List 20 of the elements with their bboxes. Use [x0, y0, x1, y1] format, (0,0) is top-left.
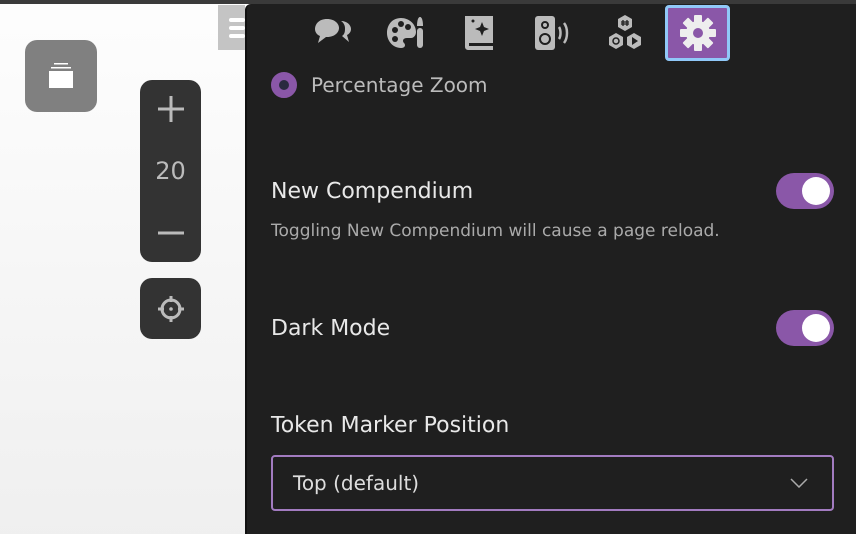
setting-note: Toggling New Compendium will cause a page reload.	[271, 221, 721, 241]
setting-label: Token Marker Position	[271, 413, 510, 438]
chevron-down-icon	[790, 478, 808, 488]
card-stack-button[interactable]	[25, 40, 97, 112]
card-stack-icon	[46, 61, 76, 91]
toggle-switch[interactable]	[776, 173, 834, 209]
zoom-value: 20	[155, 157, 186, 185]
crosshair-icon	[156, 294, 184, 322]
minus-icon	[156, 231, 186, 235]
radio-label: Percentage Zoom	[311, 73, 488, 97]
dropdown-value: Top (default)	[293, 471, 420, 495]
setting-label: New Compendium	[271, 178, 474, 204]
sidebar-tab[interactable]	[665, 5, 730, 61]
gear-icon	[678, 13, 718, 53]
toggle-switch[interactable]	[776, 310, 834, 346]
radio-button[interactable]	[271, 72, 297, 98]
recenter-button[interactable]	[140, 278, 201, 339]
plus-icon	[156, 94, 186, 124]
setting-label: Dark Mode	[271, 316, 390, 340]
token-marker-dropdown[interactable]: Top (default)	[271, 455, 834, 511]
